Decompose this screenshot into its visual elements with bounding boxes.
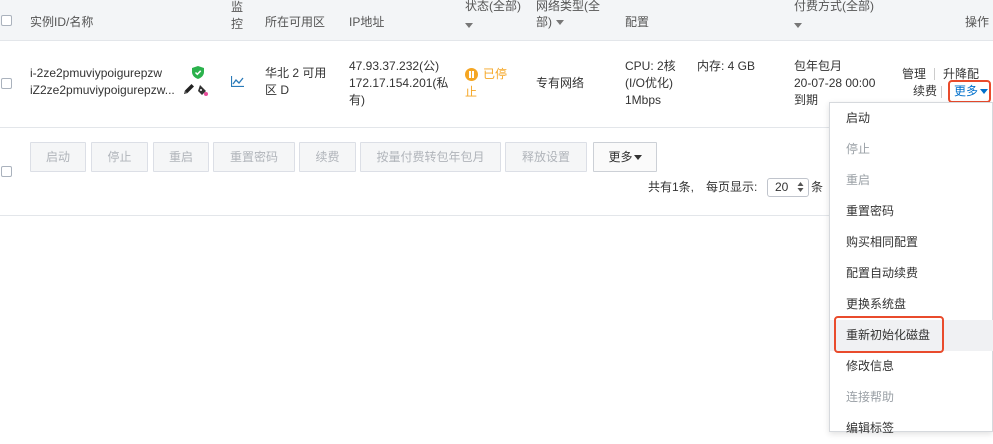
batch-renew-button[interactable]: 续费 <box>299 142 356 172</box>
tag-icon[interactable] <box>197 84 209 101</box>
batch-select-checkbox[interactable] <box>1 166 12 177</box>
cpu-config: CPU: 2核 <box>625 59 676 73</box>
memory-config: 内存: 4 GB <box>697 59 756 73</box>
menu-item-stop[interactable]: 停止 <box>830 134 993 165</box>
action-column-header: 操作 <box>965 15 990 29</box>
monitor-column-header-2: 控 <box>231 17 244 31</box>
menu-item-auto-renew[interactable]: 配置自动续费 <box>830 258 993 289</box>
instance-column-header: 实例ID/名称 <box>30 15 94 29</box>
more-caret-icon <box>980 89 989 95</box>
action-divider-2 <box>941 86 942 98</box>
per-page-value: 20 <box>775 180 789 194</box>
reinit-disk-highlight-box <box>834 316 944 353</box>
billing-expiry-label: 到期 <box>794 93 819 107</box>
batch-convert-billing-button[interactable]: 按量付费转包年包月 <box>360 142 501 172</box>
action-divider <box>934 68 935 80</box>
menu-item-reset-password[interactable]: 重置密码 <box>830 196 993 227</box>
zone-line-2: 区 D <box>265 83 290 97</box>
select-all-checkbox[interactable] <box>1 15 12 26</box>
menu-item-buy-same-config[interactable]: 购买相同配置 <box>830 227 993 258</box>
menu-item-connect-help[interactable]: 连接帮助 <box>830 382 993 413</box>
zone-line-1: 华北 2 可用 <box>265 66 327 80</box>
menu-item-restart[interactable]: 重启 <box>830 165 993 196</box>
menu-item-start[interactable]: 启动 <box>830 103 993 134</box>
batch-release-settings-button[interactable]: 释放设置 <box>505 142 587 172</box>
security-shield-icon <box>192 66 204 82</box>
more-actions-menu: 启动 停止 重启 重置密码 购买相同配置 配置自动续费 更换系统盘 重新初始化磁… <box>829 102 993 435</box>
billing-expiry-date: 20-07-28 00:00 <box>794 76 876 90</box>
menu-item-edit-tags[interactable]: 编辑标签 <box>830 413 993 444</box>
status-filter-caret-icon[interactable] <box>465 18 473 32</box>
more-actions-label: 更多 <box>954 84 979 98</box>
batch-more-caret-icon <box>633 155 642 161</box>
stopped-status-icon <box>465 68 478 82</box>
network-filter-label: 部) <box>536 15 552 29</box>
batch-start-button[interactable]: 启动 <box>30 142 86 172</box>
config-column-header: 配置 <box>625 15 650 29</box>
per-page-select[interactable]: 20 <box>767 178 809 197</box>
bandwidth: 1Mbps <box>625 93 662 107</box>
manage-link[interactable]: 管理 <box>902 66 926 83</box>
public-ip: 47.93.37.232(公) <box>349 59 440 73</box>
stepper-arrows-icon <box>797 181 804 198</box>
status-filter-header[interactable]: 状态(全部) <box>465 0 521 16</box>
private-ip-line-2: 有) <box>349 93 365 107</box>
io-optimized: (I/O优化) <box>625 76 673 90</box>
row-checkbox[interactable] <box>1 78 12 89</box>
zone-column-header: 所在可用区 <box>265 15 326 29</box>
per-page-suffix: 条 <box>811 180 824 194</box>
per-page-label: 每页显示: <box>706 180 758 194</box>
ip-column-header: IP地址 <box>349 15 385 29</box>
status-text-line-1: 已停 <box>483 67 508 81</box>
network-filter-caret-icon <box>556 20 564 26</box>
instance-name: iZ2ze2pmuviypoigurepzw... <box>30 83 175 97</box>
batch-more-label: 更多 <box>608 150 633 164</box>
renew-link[interactable]: 续费 <box>913 83 937 100</box>
more-actions-button[interactable]: 更多 <box>954 83 989 100</box>
private-ip-line-1: 172.17.154.201(私 <box>349 76 449 90</box>
billing-filter-caret-icon[interactable] <box>794 18 802 32</box>
monitor-chart-icon[interactable] <box>230 76 244 90</box>
batch-reset-password-button[interactable]: 重置密码 <box>213 142 295 172</box>
network-type: 专有网络 <box>536 76 585 90</box>
instance-id-link[interactable]: i-2ze2pmuviypoigurepzw <box>30 65 162 82</box>
billing-filter-header[interactable]: 付费方式(全部) <box>794 0 874 16</box>
batch-restart-button[interactable]: 重启 <box>153 142 209 172</box>
network-filter-header-2[interactable]: 部) <box>536 12 564 32</box>
batch-stop-button[interactable]: 停止 <box>91 142 148 172</box>
billing-type: 包年包月 <box>794 59 843 73</box>
edit-pencil-icon[interactable] <box>182 82 196 99</box>
total-count: 共有1条, <box>648 180 695 194</box>
batch-more-button[interactable]: 更多 <box>593 142 657 172</box>
status-text-line-2: 止 <box>465 85 478 99</box>
menu-item-modify-info[interactable]: 修改信息 <box>830 351 993 382</box>
